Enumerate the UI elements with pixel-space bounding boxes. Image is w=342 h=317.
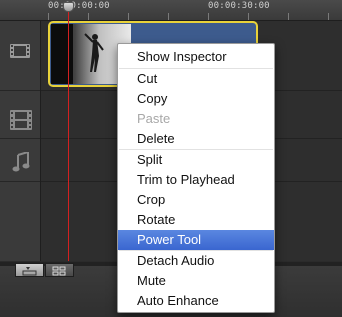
ruler-tick [168,13,169,20]
grid-view-icon [46,264,73,281]
menu-item-rotate[interactable]: Rotate [118,210,274,230]
grid-view-button[interactable] [45,263,74,277]
ruler-tick [128,13,129,20]
ruler-tick [288,13,289,20]
film-strip-icon [10,44,30,63]
music-note-icon [12,150,30,177]
menu-item-split[interactable]: Split [118,150,274,170]
film-grid-icon [10,110,32,135]
menu-item-auto-enhance[interactable]: Auto Enhance [118,291,274,311]
ruler-timecode-start: 00:00:00:00 [48,1,110,11]
menu-item-crop[interactable]: Crop [118,190,274,210]
track-divider [0,138,40,139]
playhead-line[interactable] [68,3,69,261]
menu-item-cut[interactable]: Cut [118,69,274,89]
view-toggle [15,263,74,277]
menu-item-mute[interactable]: Mute [118,271,274,291]
menu-item-trim-to-playhead[interactable]: Trim to Playhead [118,170,274,190]
track-divider [0,90,40,91]
ruler-timecode-30s: 00:00:30:00 [208,1,270,11]
menu-item-show-inspector[interactable]: Show Inspector [118,47,274,67]
ruler-tick [248,13,249,20]
ruler-tick [208,13,209,20]
ruler-tick [328,13,329,20]
menu-item-copy[interactable]: Copy [118,89,274,109]
timeline-ruler[interactable]: 00:00:00:00 00:00:30:00 [0,0,342,21]
filmstrip-view-icon [16,264,43,281]
filmstrip-view-button[interactable] [15,263,44,277]
track-type-column [0,21,41,261]
ruler-tick [48,13,49,20]
playhead-handle[interactable] [63,2,74,12]
clip-context-menu: Show Inspector Cut Copy Paste Delete Spl… [117,43,275,313]
ruler-tick [88,13,89,20]
menu-item-power-tool[interactable]: Power Tool [118,230,274,250]
menu-item-paste: Paste [137,111,171,126]
menu-item-delete[interactable]: Delete [118,129,274,149]
track-divider [0,181,40,182]
menu-item-detach-audio[interactable]: Detach Audio [118,251,274,271]
